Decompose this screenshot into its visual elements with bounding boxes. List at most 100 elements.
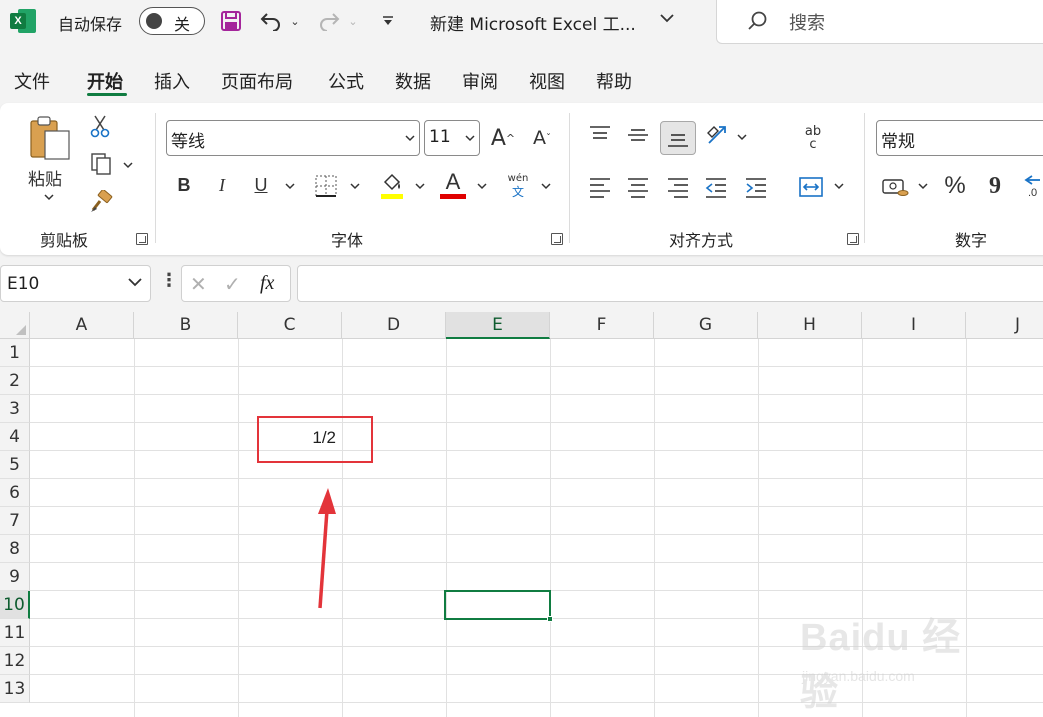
row-header-9[interactable]: 9 [0, 563, 30, 591]
column-header-I[interactable]: I [862, 312, 966, 339]
customize-toolbar-icon[interactable] [378, 9, 398, 33]
increase-indent-icon[interactable] [742, 173, 770, 201]
row-header-5[interactable]: 5 [0, 451, 30, 479]
cancel-icon[interactable]: ✕ [190, 272, 207, 296]
number-format-select[interactable]: 常规 [876, 120, 1043, 156]
column-header-E[interactable]: E [446, 312, 550, 339]
font-color-dropdown-icon[interactable] [477, 182, 487, 193]
shrink-font-icon[interactable]: Aˇ [528, 123, 556, 153]
underline-dropdown-icon[interactable] [285, 182, 295, 193]
column-header-F[interactable]: F [550, 312, 654, 339]
active-cell-E10[interactable] [444, 590, 553, 622]
save-icon[interactable] [218, 9, 244, 33]
column-header-G[interactable]: G [654, 312, 758, 339]
tab-file[interactable]: 文件 [14, 68, 50, 94]
name-box[interactable]: E10 [0, 265, 151, 302]
tab-home[interactable]: 开始 [87, 68, 123, 94]
row-header-8[interactable]: 8 [0, 535, 30, 563]
currency-dropdown-icon[interactable] [918, 182, 928, 193]
tab-view[interactable]: 视图 [529, 68, 565, 94]
copy-dropdown-icon[interactable] [123, 161, 133, 172]
more-options-icon[interactable]: ⋮ [160, 270, 178, 291]
row-header-6[interactable]: 6 [0, 479, 30, 507]
align-middle-icon[interactable] [624, 121, 652, 149]
alignment-launcher-icon[interactable] [847, 233, 859, 245]
row-header-11[interactable]: 11 [0, 619, 30, 647]
column-header-A[interactable]: A [30, 312, 134, 339]
phonetic-dropdown-icon[interactable] [541, 182, 551, 193]
paste-label[interactable]: 粘贴 [28, 165, 62, 190]
grow-font-icon[interactable]: A ^ [488, 123, 518, 153]
percent-style-button[interactable]: % [940, 171, 970, 201]
formula-input[interactable] [297, 265, 1043, 302]
italic-button[interactable]: I [210, 171, 234, 199]
copy-icon[interactable] [88, 151, 114, 177]
decrease-indent-icon[interactable] [702, 173, 730, 201]
tab-formulas[interactable]: 公式 [328, 68, 364, 94]
merge-dropdown-icon[interactable] [834, 182, 844, 193]
column-header-B[interactable]: B [134, 312, 238, 339]
insert-function-icon[interactable]: fx [260, 272, 274, 295]
align-bottom-icon[interactable] [660, 121, 696, 155]
paste-dropdown-icon[interactable] [44, 193, 54, 204]
align-right-icon[interactable] [664, 173, 692, 201]
row-header-12[interactable]: 12 [0, 647, 30, 675]
row-header-4[interactable]: 4 [0, 423, 30, 451]
search-box[interactable]: 搜索 [716, 0, 1043, 44]
increase-decimal-icon[interactable]: .0 [1020, 171, 1043, 201]
wrap-text-icon[interactable]: ab c [797, 121, 829, 155]
row-header-7[interactable]: 7 [0, 507, 30, 535]
clipboard-launcher-icon[interactable] [136, 233, 148, 245]
borders-dropdown-icon[interactable] [350, 182, 360, 193]
group-separator [569, 113, 570, 243]
currency-format-icon[interactable] [880, 173, 910, 201]
row-header-3[interactable]: 3 [0, 395, 30, 423]
font-size-select[interactable]: 11 [424, 120, 480, 156]
borders-icon[interactable] [313, 173, 339, 199]
redo-icon[interactable] [316, 9, 342, 33]
align-center-icon[interactable] [624, 173, 652, 201]
column-header-H[interactable]: H [758, 312, 862, 339]
column-header-C[interactable]: C [238, 312, 342, 339]
document-title[interactable]: 新建 Microsoft Excel 工... [430, 10, 636, 35]
bold-button[interactable]: B [172, 171, 196, 199]
align-top-icon[interactable] [586, 121, 614, 149]
tab-review[interactable]: 审阅 [462, 68, 498, 94]
column-header-D[interactable]: D [342, 312, 446, 339]
redo-dropdown-icon[interactable]: ⌄ [346, 9, 360, 33]
paste-icon[interactable] [26, 115, 74, 165]
merge-center-icon[interactable] [796, 173, 826, 201]
chevron-down-icon[interactable] [660, 11, 674, 27]
row-header-13[interactable]: 13 [0, 675, 30, 703]
fill-color-dropdown-icon[interactable] [415, 182, 425, 193]
undo-icon[interactable] [258, 9, 284, 33]
fill-handle[interactable] [547, 616, 553, 622]
fill-color-icon[interactable] [378, 169, 406, 201]
row-header-2[interactable]: 2 [0, 367, 30, 395]
row-header-10[interactable]: 10 [0, 591, 30, 619]
underline-button[interactable]: U [248, 171, 274, 199]
align-left-icon[interactable] [586, 173, 614, 201]
comma-style-button[interactable]: 9 [982, 171, 1008, 201]
undo-dropdown-icon[interactable]: ⌄ [288, 9, 302, 33]
tab-insert[interactable]: 插入 [154, 68, 190, 94]
orientation-dropdown-icon[interactable] [737, 133, 747, 144]
autosave-label: 自动保存 [58, 15, 123, 34]
tab-page-layout[interactable]: 页面布局 [221, 68, 293, 94]
format-painter-icon[interactable] [88, 189, 114, 215]
font-launcher-icon[interactable] [551, 233, 563, 245]
tab-help[interactable]: 帮助 [596, 68, 632, 94]
select-all-button[interactable] [0, 312, 30, 339]
phonetic-guide-icon[interactable]: wén 文 [504, 171, 532, 201]
enter-icon[interactable]: ✓ [224, 272, 241, 296]
font-color-icon[interactable]: A [438, 167, 468, 201]
tab-data[interactable]: 数据 [395, 68, 431, 94]
column-header-J[interactable]: J [966, 312, 1043, 339]
autosave-toggle[interactable]: 关 [139, 7, 205, 35]
cut-icon[interactable] [88, 113, 112, 139]
orientation-icon[interactable] [704, 121, 732, 149]
row-header-1[interactable]: 1 [0, 339, 30, 367]
svg-text:.0: .0 [1028, 187, 1037, 199]
font-name-select[interactable]: 等线 [166, 120, 420, 156]
title-bar: X 自动保存 关 ⌄ ⌄ 新建 Microsoft Excel 工... 搜索 [0, 0, 1043, 44]
